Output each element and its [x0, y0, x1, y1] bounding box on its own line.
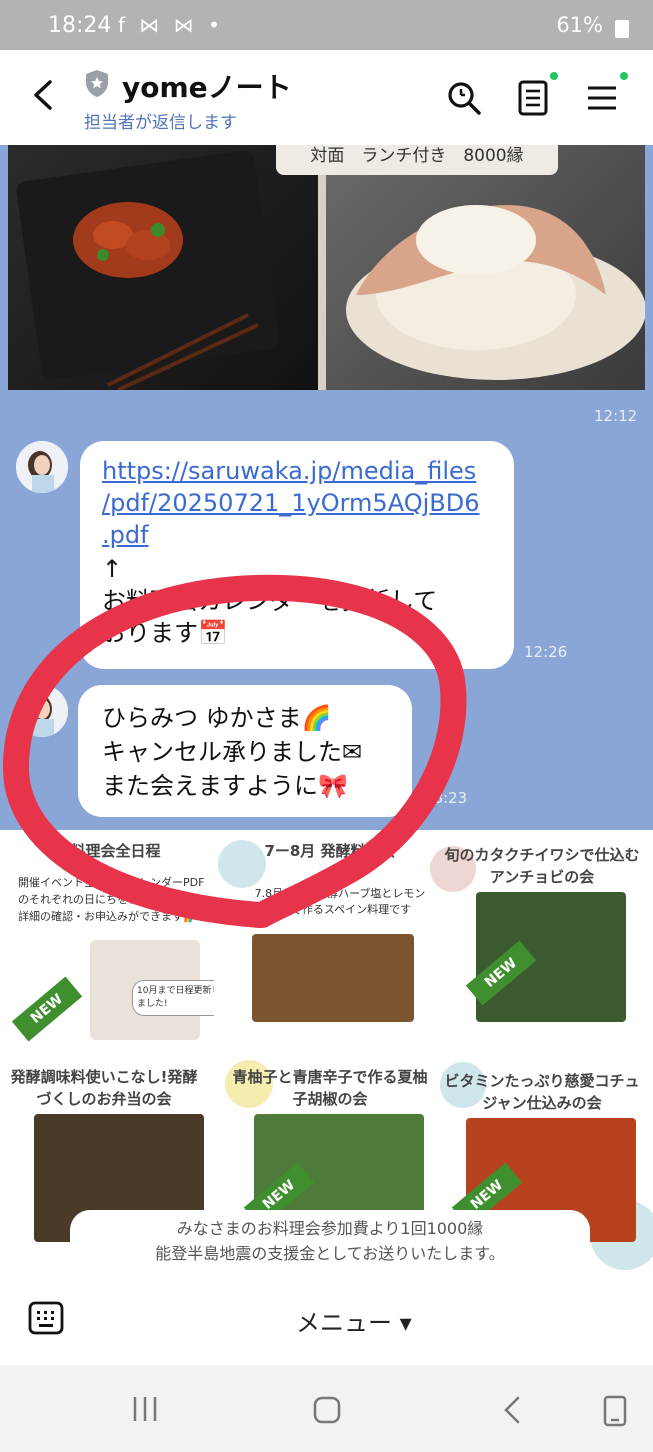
- rich-menu: お料理会全日程 開催イベント全日程はカレンダーPDFのそれぞれの日にちをクリック…: [0, 830, 653, 1285]
- menu-tile-fermentation[interactable]: 7ー8月 発酵料理会 7.8月は顆粒発酵ハーブ塩とレモン甘酒で作るスペイン料理で…: [220, 830, 434, 1050]
- tile-title: 発酵調味料使いこなし!発酵づくしのお弁当の会: [10, 1068, 198, 1108]
- chat-subtitle: 担当者が返信します: [84, 113, 237, 133]
- link-line[interactable]: https://saruwaka.jp/media_files: [102, 455, 479, 487]
- notes-icon[interactable]: [514, 78, 554, 118]
- status-bar: 18:24 f ⋈ ⋈ • 61%: [0, 0, 653, 50]
- screen-icon[interactable]: [602, 1395, 628, 1427]
- recent-apps-icon[interactable]: [130, 1395, 160, 1423]
- back-arrow-icon[interactable]: [30, 80, 56, 110]
- message-time: 12:12: [594, 407, 638, 425]
- message-line: キャンセル承りました✉: [102, 738, 363, 766]
- message-time: 18:23: [424, 789, 468, 807]
- keyboard-icon[interactable]: [28, 1301, 64, 1335]
- sender-avatar[interactable]: [16, 685, 68, 737]
- tile-title: 旬のカタクチイワシで仕込むアンチョビの会: [444, 846, 640, 886]
- home-icon[interactable]: [312, 1395, 342, 1425]
- nav-back-icon[interactable]: [500, 1395, 524, 1425]
- menu-toggle[interactable]: メニュー ▾: [296, 1303, 412, 1338]
- link-line[interactable]: /pdf/20250721_1yOrm5AQjBD6: [102, 487, 479, 519]
- tile-title: 7ー8月 発酵料理会: [264, 842, 396, 860]
- donation-note: みなさまのお料理会参加費より1回1000縁 能登半島地震の支援金としてお送りいた…: [70, 1210, 590, 1272]
- link-line[interactable]: .pdf: [102, 519, 479, 551]
- rice-photo: [326, 145, 645, 390]
- notes-badge-dot: [550, 72, 558, 80]
- message-line: ↑: [102, 555, 123, 583]
- status-time: 18:24: [48, 13, 112, 38]
- tile-description: 7.8月は顆粒発酵ハーブ塩とレモン甘酒で作るスペイン料理です: [254, 887, 426, 916]
- menu-tile-schedule[interactable]: お料理会全日程 開催イベント全日程はカレンダーPDFのそれぞれの日にちをクリック…: [0, 830, 214, 1050]
- message-bubble[interactable]: https://saruwaka.jp/media_files /pdf/202…: [80, 441, 514, 669]
- message-line: また会えますように🎀: [102, 772, 348, 800]
- notification-icons: f ⋈ ⋈ •: [118, 13, 224, 37]
- menu-badge-dot: [620, 72, 628, 80]
- message-bubble[interactable]: ひらみつ ゆかさま🌈 キャンセル承りました✉ また会えますように🎀: [78, 685, 412, 817]
- verified-shield-icon: [86, 70, 108, 97]
- message-line: おります📅: [102, 619, 228, 647]
- message-line: ひらみつ ゆかさま🌈: [102, 704, 332, 732]
- donation-line: 能登半島地震の支援金としてお送りいたします。: [155, 1244, 505, 1263]
- battery-level: 61%: [556, 13, 603, 37]
- dishes-photo: [252, 934, 414, 1022]
- chat-title: yomeノート: [122, 71, 292, 104]
- donation-line: みなさまのお料理会参加費より1回1000縁: [176, 1219, 484, 1238]
- chat-header: yomeノート 担当者が返信します: [0, 50, 653, 145]
- battery-icon: [615, 20, 629, 38]
- chat-area[interactable]: 対面 ランチ付き 8000縁 12:12 https://saruwaka.jp…: [0, 145, 653, 830]
- hamburger-menu-icon[interactable]: [584, 78, 624, 118]
- menu-tile-anchovy[interactable]: 旬のカタクチイワシで仕込むアンチョビの会 NEW: [436, 830, 650, 1050]
- message-text: ↑ お料理会カレンダーを更新して おります📅: [102, 553, 437, 649]
- image-message[interactable]: 対面 ランチ付き 8000縁: [8, 145, 645, 390]
- food-photo: [8, 145, 318, 390]
- tile-title: お料理会全日程: [55, 842, 161, 860]
- search-icon[interactable]: [444, 78, 484, 118]
- message-time: 12:26: [524, 643, 568, 661]
- tile-description: 開催イベント全日程はカレンダーPDFのそれぞれの日にちをクリックすると詳細の確認…: [18, 876, 205, 923]
- message-line: お料理会カレンダーを更新して: [102, 587, 438, 615]
- tile-title: ビタミンたっぷり慈愛コチュジャン仕込みの会: [444, 1072, 640, 1112]
- sender-avatar[interactable]: [16, 441, 68, 493]
- update-note: 10月まで日程更新しました!: [132, 980, 214, 1016]
- image-caption: 対面 ランチ付き 8000縁: [276, 145, 558, 175]
- pdf-link[interactable]: https://saruwaka.jp/media_files /pdf/202…: [102, 455, 479, 551]
- new-badge: NEW: [11, 976, 83, 1042]
- tile-title: 青柚子と青唐辛子で作る夏柚子胡椒の会: [232, 1068, 428, 1108]
- message-text: ひらみつ ゆかさま🌈 キャンセル承りました✉ また会えますように🎀: [102, 701, 362, 803]
- system-nav-bar: [0, 1365, 653, 1452]
- menu-bar: メニュー ▾: [0, 1285, 653, 1365]
